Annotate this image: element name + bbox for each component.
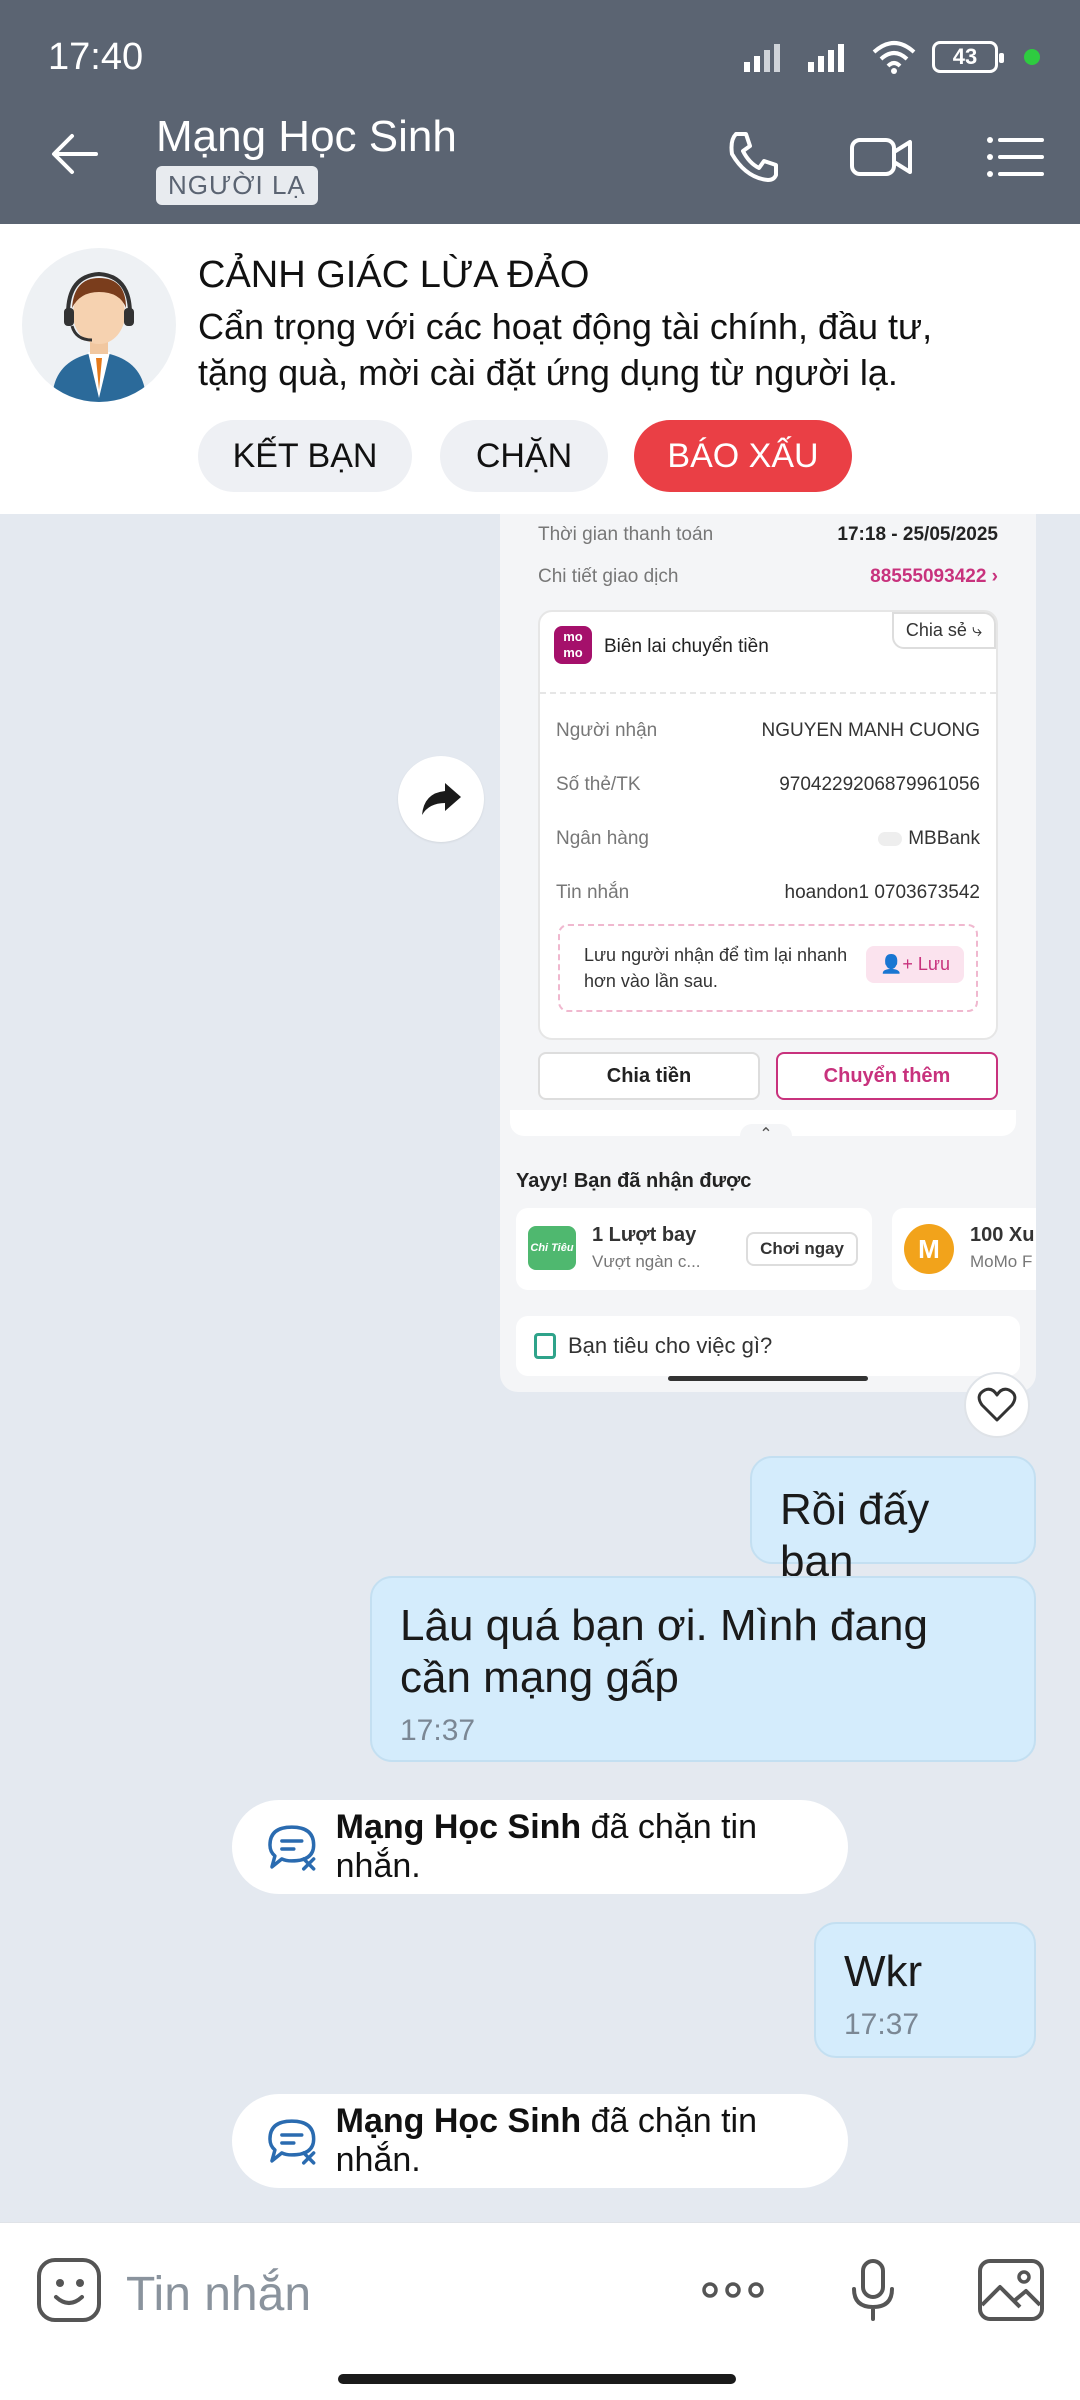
message-text: Lâu quá bạn ơi. Mình đang cần mạng gấp <box>400 1601 928 1702</box>
pay-time-value: 17:18 - 25/05/2025 <box>837 524 998 545</box>
back-arrow-icon[interactable] <box>44 122 108 186</box>
add-friend-button[interactable]: KẾT BẠN <box>198 420 412 492</box>
reward-header: Yayy! Bạn đã nhận được <box>516 1170 752 1192</box>
battery-icon: 43 <box>932 41 1004 73</box>
image-home-indicator <box>668 1376 868 1381</box>
reward-badge-icon: Chi Tiêu <box>528 1226 576 1270</box>
blocked-message-icon <box>268 1825 316 1871</box>
reward2-title: 100 Xu <box>970 1224 1035 1246</box>
status-icons: 43 <box>744 40 1040 74</box>
reward1-sub: Vượt ngàn c... <box>592 1252 701 1271</box>
blocked-message-icon <box>268 2119 316 2165</box>
battery-level: 43 <box>952 44 978 69</box>
save-hint: Lưu người nhận để tìm lại nhanh hơn vào … <box>584 942 847 994</box>
reward1-title: 1 Lượt bay <box>592 1224 697 1246</box>
receipt-title: Biên lai chuyển tiền <box>604 636 769 657</box>
warning-line-2: tặng quà, mời cài đặt ứng dụng từ người … <box>198 352 898 393</box>
recipient-label: Người nhận <box>556 720 658 741</box>
message-time: 17:37 <box>400 1714 476 1747</box>
save-recipient-button: 👤+ Lưu <box>865 946 964 983</box>
home-indicator[interactable] <box>338 2374 736 2384</box>
wallet-icon <box>534 1333 556 1359</box>
block-button[interactable]: CHẶN <box>440 420 608 492</box>
message-text: Rồi đấy bạn <box>780 1485 930 1586</box>
recipient-value: NGUYEN MANH CUONG <box>761 720 980 741</box>
wifi-icon <box>872 41 916 74</box>
reward-card-2: M 100 Xu MoMo F <box>892 1208 1036 1290</box>
sticker-icon[interactable] <box>34 2255 104 2325</box>
pay-time-label: Thời gian thanh toán <box>538 524 714 545</box>
bank-label: Ngân hàng <box>556 828 649 849</box>
microphone-icon[interactable] <box>838 2255 908 2325</box>
report-button[interactable]: BÁO XẤU <box>634 420 852 492</box>
image-gallery-icon[interactable] <box>976 2255 1046 2325</box>
contact-name[interactable]: Mạng Học Sinh <box>156 112 457 162</box>
split-money-button: Chia tiền <box>538 1052 760 1100</box>
transfer-receipt-card: mo mo Biên lai chuyển tiền Chia sẻ ⤷ Ngư… <box>538 610 998 1040</box>
system-sender: Mạng Học Sinh <box>335 2102 582 2140</box>
message-bubble[interactable]: Wkr 17:37 <box>814 1922 1036 2058</box>
system-notice: Mạng Học Sinh đã chặn tin nhắn. <box>232 1800 848 1894</box>
coin-icon: M <box>904 1224 954 1274</box>
transaction-detail-label: Chi tiết giao dịch <box>538 566 679 587</box>
message-text: Wkr <box>844 1947 923 1996</box>
system-notice: Mạng Học Sinh đã chặn tin nhắn. <box>232 2094 848 2188</box>
message-label: Tin nhắn <box>556 882 630 903</box>
bank-logo-icon <box>878 831 903 846</box>
save-hint-line-2: hơn vào lần sau. <box>584 971 718 991</box>
more-options-icon[interactable] <box>698 2255 768 2325</box>
bank-value: MBBank <box>908 828 980 849</box>
warning-text: Cẩn trọng với các hoạt động tài chính, đ… <box>198 304 1058 396</box>
save-hint-line-1: Lưu người nhận để tìm lại nhanh <box>584 945 848 965</box>
add-user-icon: 👤+ <box>879 954 918 974</box>
privacy-dot-icon <box>1024 49 1040 65</box>
scam-warning-panel: CẢNH GIÁC LỪA ĐẢO Cẩn trọng với các hoạt… <box>0 224 1080 514</box>
momo-logo: mo mo <box>554 626 592 664</box>
account-label: Số thẻ/TK <box>556 774 641 795</box>
status-time: 17:40 <box>48 36 144 78</box>
reward-card-1: Chi Tiêu 1 Lượt bay Vượt ngàn c... Chơi … <box>516 1208 872 1290</box>
phone-icon[interactable] <box>718 122 788 192</box>
message-input[interactable]: Tin nhắn <box>126 2267 311 2322</box>
warning-title: CẢNH GIÁC LỪA ĐẢO <box>198 254 590 296</box>
reward2-sub: MoMo F <box>970 1252 1033 1271</box>
menu-list-icon[interactable] <box>978 122 1048 192</box>
receipt-divider <box>540 692 996 694</box>
support-agent-avatar <box>22 248 176 402</box>
system-sender: Mạng Học Sinh <box>335 1808 582 1846</box>
share-chip: Chia sẻ ⤷ <box>891 612 996 649</box>
message-time: 17:37 <box>844 2008 920 2041</box>
message-bubble[interactable]: Lâu quá bạn ơi. Mình đang cần mạng gấp 1… <box>370 1576 1036 1762</box>
message-bubble[interactable]: Rồi đấy bạn <box>750 1456 1036 1586</box>
warning-line-1: Cẩn trọng với các hoạt động tài chính, đ… <box>198 306 933 347</box>
share-label: Chia sẻ <box>905 620 967 640</box>
react-heart-button[interactable] <box>964 1372 1030 1438</box>
stranger-badge: NGƯỜI LẠ <box>156 166 318 205</box>
save-recipient-box: Lưu người nhận để tìm lại nhanh hơn vào … <box>558 924 978 1012</box>
status-bar: 17:40 43 <box>0 0 1080 92</box>
forward-button[interactable] <box>398 756 484 842</box>
chat-header: Mạng Học Sinh NGƯỜI LẠ <box>0 92 1080 224</box>
collapse-chevron-icon: ⌃ <box>740 1124 792 1148</box>
shared-receipt-image[interactable]: Thời gian thanh toán 17:18 - 25/05/2025 … <box>500 514 1036 1392</box>
heart-icon <box>977 1387 1017 1422</box>
spend-question: Bạn tiêu cho việc gì? <box>568 1333 773 1358</box>
video-call-icon[interactable] <box>846 122 916 192</box>
signal-icon-2 <box>808 44 844 72</box>
share-icon: ⤷ <box>971 620 982 640</box>
transfer-more-button: Chuyển thêm <box>776 1052 998 1100</box>
signal-icon <box>744 44 780 72</box>
play-now-button: Chơi ngay <box>746 1232 858 1266</box>
transaction-detail-value: 88555093422 › <box>870 566 998 587</box>
spend-category-prompt: Bạn tiêu cho việc gì? <box>516 1316 1020 1376</box>
save-label: Lưu <box>917 954 950 974</box>
forward-arrow-icon <box>422 783 461 815</box>
message-value: hoandon1 0703673542 <box>784 882 980 903</box>
account-value: 9704229206879961056 <box>779 774 980 795</box>
